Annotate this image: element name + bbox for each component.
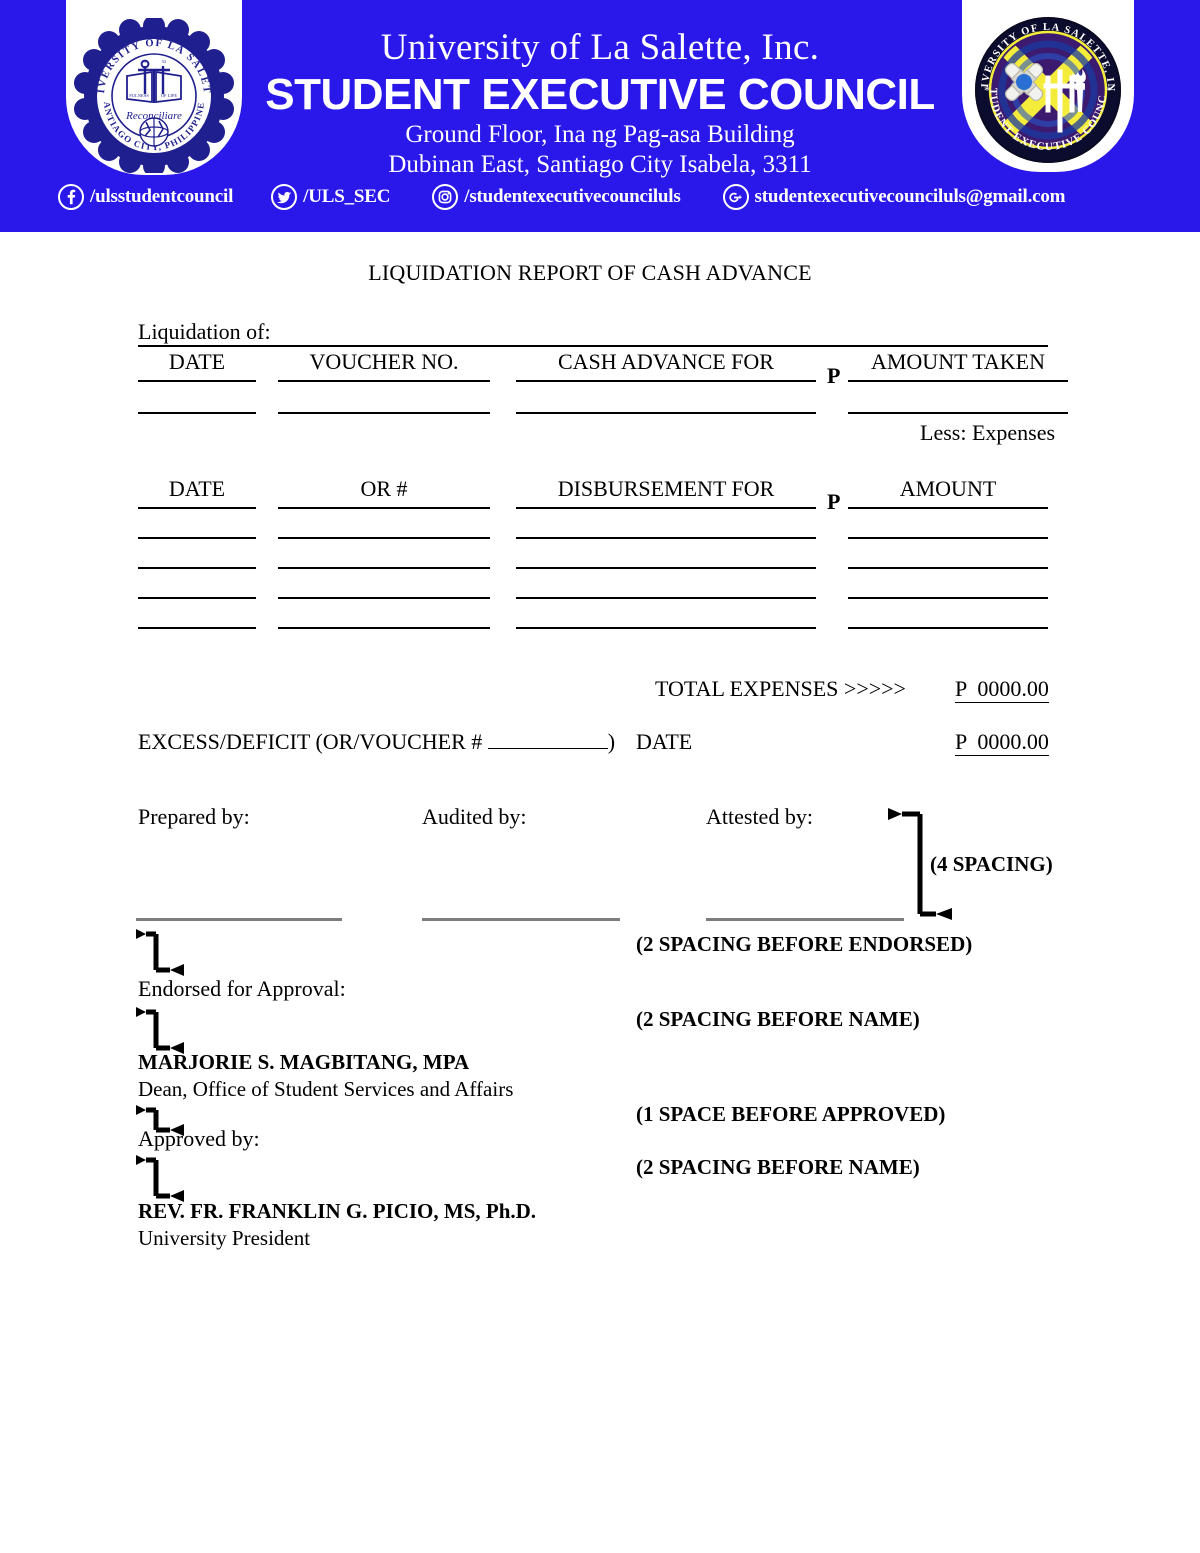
excess-deficit-label: EXCESS/DEFICIT (OR/VOUCHER # ) — [138, 730, 615, 754]
disbursement-rule-amount-top — [848, 507, 1048, 509]
svg-text:FULNESS: FULNESS — [129, 93, 149, 98]
disbursement-rule-or-top — [278, 507, 490, 509]
social-instagram-label: /studentexecutivecounciluls — [464, 186, 681, 207]
disbursement-row2-date[interactable] — [138, 567, 256, 569]
disbursement-row2-amount[interactable] — [848, 567, 1048, 569]
council-name: STUDENT EXECUTIVE COUNCIL — [265, 70, 935, 119]
dean-name: MARJORIE S. MAGBITANG, MPA — [138, 1050, 470, 1074]
advance-header-voucher-no: VOUCHER NO. — [309, 349, 459, 374]
disbursement-row1-for[interactable] — [516, 537, 816, 539]
page-title: LIQUIDATION REPORT OF CASH ADVANCE — [368, 260, 812, 285]
twitter-icon — [271, 184, 298, 210]
disbursement-row3-or[interactable] — [278, 597, 490, 599]
disbursement-row4-date[interactable] — [138, 627, 256, 629]
approved-by-label: Approved by: — [138, 1126, 260, 1151]
address-line-2: Dubinan East, Santiago City Isabela, 331… — [388, 151, 812, 178]
excess-deficit-label-text: EXCESS/DEFICIT (OR/VOUCHER # — [138, 729, 488, 754]
advance-rule-voucher-top — [278, 380, 490, 382]
prepared-by-label: Prepared by: — [138, 804, 250, 829]
disbursement-row4-or[interactable] — [278, 627, 490, 629]
liquidation-report-page: UNIVERSITY OF LA SALETTE SANTIAGO CITY, … — [0, 0, 1200, 1553]
president-title: University President — [138, 1226, 311, 1250]
disbursement-header-amount: AMOUNT — [899, 476, 997, 501]
advance-row1-for[interactable] — [516, 412, 816, 414]
social-google-plus[interactable]: studentexecutivecounciluls@gmail.com — [722, 184, 1066, 210]
note-2-spacing-before-endorsed: (2 SPACING BEFORE ENDORSED) — [636, 932, 973, 956]
dean-title: Dean, Office of Student Services and Aff… — [138, 1077, 514, 1101]
svg-text:19: 19 — [142, 59, 147, 64]
form-body: LIQUIDATION REPORT OF CASH ADVANCE Liqui… — [0, 232, 1200, 1250]
disbursement-row2-or[interactable] — [278, 567, 490, 569]
social-instagram[interactable]: /studentexecutivecounciluls — [432, 184, 681, 210]
student-executive-council-seal-icon: UNIVERSITY OF LA SALETTE, INC. STUDENT E… — [968, 5, 1124, 166]
letterhead-banner: UNIVERSITY OF LA SALETTE SANTIAGO CITY, … — [0, 0, 1200, 232]
advance-row1-voucher[interactable] — [278, 412, 490, 414]
excess-deficit-label-close: ) — [607, 729, 616, 754]
advance-row1-date[interactable] — [138, 412, 256, 414]
org-name: University of La Salette, Inc. — [380, 27, 820, 68]
disbursement-rule-for-top — [516, 507, 816, 509]
audited-by-label: Audited by: — [422, 804, 527, 829]
excess-deficit-voucher-input[interactable] — [487, 748, 608, 749]
letterhead-text: University of La Salette, Inc. STUDENT E… — [250, 26, 950, 180]
total-expenses-label: TOTAL EXPENSES >>>>> — [655, 676, 906, 701]
endorsed-for-approval-label: Endorsed for Approval: — [138, 976, 346, 1001]
advance-header-amount-taken: AMOUNT TAKEN — [870, 349, 1046, 374]
disbursement-header-or-number: OR # — [360, 476, 408, 501]
instagram-icon — [432, 184, 459, 210]
note-1-space-before-approved: (1 SPACE BEFORE APPROVED) — [636, 1102, 946, 1126]
disbursement-currency-symbol: P — [827, 489, 841, 514]
advance-header-date: DATE — [168, 349, 226, 374]
note-4-spacing: (4 SPACING) — [930, 852, 1053, 876]
social-twitter[interactable]: /ULS_SEC — [271, 184, 390, 210]
svg-text:52: 52 — [162, 59, 167, 64]
note-2-spacing-before-name-1: (2 SPACING BEFORE NAME) — [636, 1007, 920, 1031]
social-facebook[interactable]: /ulsstudentcouncil — [58, 184, 233, 210]
disbursement-header-date: DATE — [168, 476, 226, 501]
disbursement-row4-amount[interactable] — [848, 627, 1048, 629]
attested-by-label: Attested by: — [706, 804, 813, 829]
disbursement-row1-date[interactable] — [138, 537, 256, 539]
advance-rule-date-top — [138, 380, 256, 382]
advance-row1-amount[interactable] — [848, 412, 1068, 414]
advance-header-cash-advance-for: CASH ADVANCE FOR — [558, 349, 774, 374]
audited-by-signature-line[interactable] — [422, 918, 620, 921]
disbursement-rule-date-top — [138, 507, 256, 509]
social-links-row: /ulsstudentcouncil /ULS_SEC /studentexec… — [58, 184, 1158, 210]
president-name: REV. FR. FRANKLIN G. PICIO, MS, Ph.D. — [138, 1199, 537, 1223]
disbursement-row3-amount[interactable] — [848, 597, 1048, 599]
disbursement-row4-for[interactable] — [516, 627, 816, 629]
liquidation-of-label: Liquidation of: — [138, 319, 271, 344]
social-twitter-label: /ULS_SEC — [303, 186, 391, 207]
less-expenses-label: Less: Expenses — [920, 420, 1056, 445]
facebook-icon — [58, 184, 84, 210]
advance-currency-symbol: P — [827, 363, 841, 388]
google-plus-icon — [722, 184, 749, 210]
disbursement-row1-amount[interactable] — [848, 537, 1048, 539]
liquidation-of-row[interactable]: Liquidation of: — [138, 320, 1048, 347]
university-seal-icon: UNIVERSITY OF LA SALETTE SANTIAGO CITY, … — [72, 15, 236, 177]
disbursement-header-disbursement-for: DISBURSEMENT FOR — [557, 476, 775, 501]
prepared-by-signature-line[interactable] — [136, 918, 342, 921]
advance-rule-for-top — [516, 380, 816, 382]
advance-rule-amount-top — [848, 380, 1068, 382]
attested-by-signature-line[interactable] — [706, 918, 904, 921]
svg-text:*: * — [1106, 83, 1112, 97]
address-line-1: Ground Floor, Ina ng Pag-asa Building — [405, 121, 795, 148]
disbursement-row1-or[interactable] — [278, 537, 490, 539]
social-gmail-label: studentexecutivecounciluls@gmail.com — [754, 186, 1066, 207]
excess-deficit-date-label: DATE — [636, 729, 693, 754]
social-facebook-label: /ulsstudentcouncil — [90, 186, 234, 207]
svg-text:*: * — [984, 83, 990, 97]
disbursement-row3-date[interactable] — [138, 597, 256, 599]
note-2-spacing-before-name-2: (2 SPACING BEFORE NAME) — [636, 1155, 920, 1179]
total-expenses-value: P 0000.00 — [955, 676, 1049, 703]
excess-deficit-value: P 0000.00 — [955, 729, 1049, 756]
disbursement-row3-for[interactable] — [516, 597, 816, 599]
disbursement-row2-for[interactable] — [516, 567, 816, 569]
